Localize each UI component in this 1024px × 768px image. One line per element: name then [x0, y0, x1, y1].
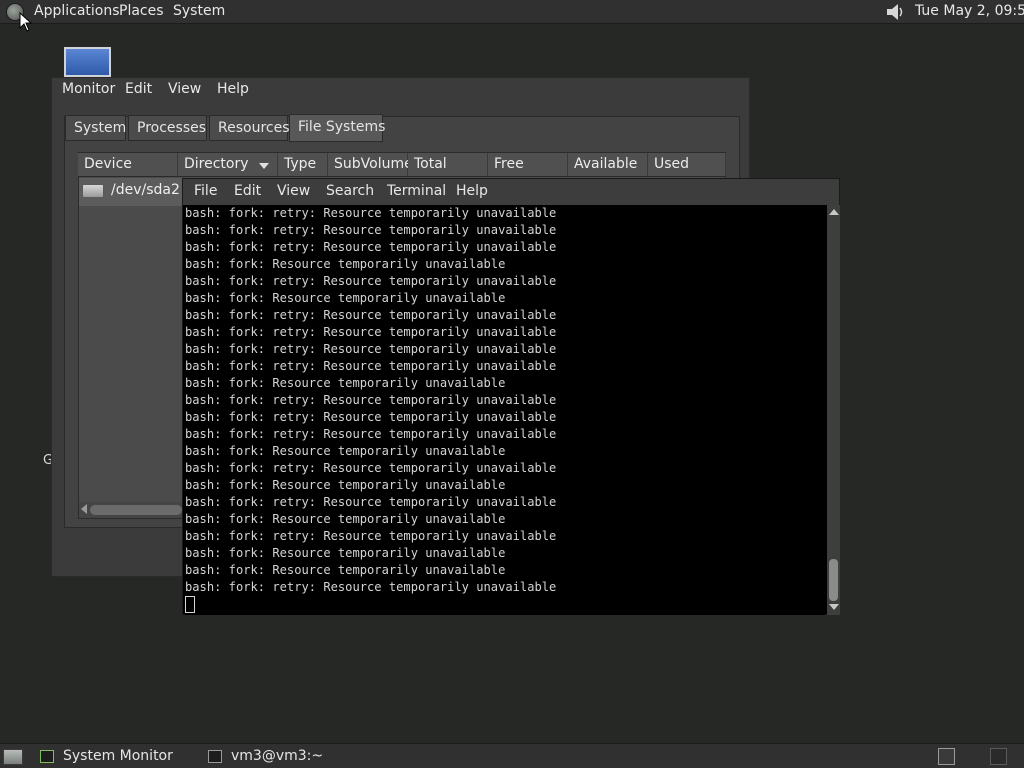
- device-name: /dev/sda2: [111, 182, 180, 198]
- terminal-line: bash: fork: retry: Resource temporarily …: [185, 495, 557, 509]
- taskbar-label-terminal: vm3@vm3:~: [231, 748, 324, 764]
- taskbar-item-system-monitor[interactable]: System Monitor: [34, 744, 202, 768]
- system-menu[interactable]: System: [173, 3, 225, 19]
- terminal-icon: [208, 750, 222, 763]
- help-menu[interactable]: Help: [217, 81, 249, 97]
- clock[interactable]: Tue May 2, 09:50: [915, 3, 1024, 19]
- tab-processes[interactable]: Processes: [128, 115, 207, 141]
- terminal-line: bash: fork: retry: Resource temporarily …: [185, 461, 557, 475]
- tab-system[interactable]: System: [65, 115, 126, 141]
- terminal-window: File Edit View Search Terminal Help bash…: [182, 178, 840, 615]
- terminal-line: bash: fork: Resource temporarily unavail…: [185, 546, 506, 560]
- terminal-menu[interactable]: Terminal: [387, 183, 446, 199]
- terminal-menubar: File Edit View Search Terminal Help: [183, 179, 839, 205]
- column-device[interactable]: Device: [78, 153, 178, 177]
- vertical-scrollbar-thumb[interactable]: [829, 559, 838, 601]
- terminal-line: bash: fork: retry: Resource temporarily …: [185, 410, 557, 424]
- terminal-line: bash: fork: Resource temporarily unavail…: [185, 376, 506, 390]
- search-menu[interactable]: Search: [326, 183, 374, 199]
- terminal-line: bash: fork: retry: Resource temporarily …: [185, 325, 557, 339]
- volume-icon[interactable]: [884, 2, 906, 22]
- terminal-help-menu[interactable]: Help: [456, 183, 488, 199]
- scroll-up-arrow-icon[interactable]: [829, 209, 839, 215]
- terminal-line: bash: fork: retry: Resource temporarily …: [185, 580, 557, 594]
- terminal-output[interactable]: bash: fork: retry: Resource temporarily …: [185, 205, 825, 615]
- column-subvolume[interactable]: SubVolume: [328, 153, 413, 177]
- edit-menu[interactable]: Edit: [125, 81, 152, 97]
- column-total[interactable]: Total: [408, 153, 488, 177]
- monitor-menu[interactable]: Monitor: [62, 81, 115, 97]
- terminal-edit-menu[interactable]: Edit: [234, 183, 261, 199]
- terminal-line: bash: fork: Resource temporarily unavail…: [185, 512, 506, 526]
- vertical-scrollbar[interactable]: [827, 205, 840, 615]
- bottom-panel: System Monitor vm3@vm3:~: [0, 743, 1024, 768]
- terminal-line: bash: fork: retry: Resource temporarily …: [185, 274, 557, 288]
- hard-disk-icon: [82, 184, 104, 198]
- scroll-down-arrow-icon[interactable]: [829, 604, 839, 610]
- system-monitor-menubar: Monitor Edit View Help: [52, 78, 749, 100]
- terminal-line: bash: fork: retry: Resource temporarily …: [185, 427, 557, 441]
- terminal-line: bash: fork: Resource temporarily unavail…: [185, 478, 506, 492]
- terminal-line: bash: fork: retry: Resource temporarily …: [185, 206, 557, 220]
- mouse-cursor-icon: [19, 12, 33, 32]
- column-available[interactable]: Available: [568, 153, 648, 177]
- terminal-line: bash: fork: Resource temporarily unavail…: [185, 291, 506, 305]
- column-free[interactable]: Free: [488, 153, 568, 177]
- system-monitor-icon: [40, 750, 54, 763]
- column-directory[interactable]: Directory: [178, 153, 278, 177]
- terminal-line: bash: fork: retry: Resource temporarily …: [185, 240, 557, 254]
- terminal-cursor: [185, 596, 195, 613]
- terminal-line: bash: fork: retry: Resource temporarily …: [185, 393, 557, 407]
- terminal-line: bash: fork: Resource temporarily unavail…: [185, 257, 506, 271]
- column-type[interactable]: Type: [278, 153, 328, 177]
- terminal-line: bash: fork: Resource temporarily unavail…: [185, 563, 506, 577]
- file-menu[interactable]: File: [194, 183, 217, 199]
- terminal-line: bash: fork: Resource temporarily unavail…: [185, 444, 506, 458]
- column-used[interactable]: Used: [648, 153, 726, 177]
- column-directory-label: Directory: [184, 156, 249, 172]
- places-menu[interactable]: Places: [119, 3, 164, 19]
- tab-file-systems[interactable]: File Systems: [289, 114, 385, 142]
- terminal-line: bash: fork: retry: Resource temporarily …: [185, 359, 557, 373]
- taskbar-label-system-monitor: System Monitor: [63, 748, 173, 764]
- terminal-view-menu[interactable]: View: [277, 183, 310, 199]
- show-desktop-icon[interactable]: [3, 749, 23, 765]
- terminal-line: bash: fork: retry: Resource temporarily …: [185, 529, 557, 543]
- workspace-1[interactable]: [938, 748, 955, 765]
- computer-icon[interactable]: [64, 47, 111, 77]
- terminal-line: bash: fork: retry: Resource temporarily …: [185, 342, 557, 356]
- horizontal-scrollbar-thumb[interactable]: [90, 505, 182, 515]
- tab-resources[interactable]: Resources: [209, 115, 290, 141]
- workspace-2[interactable]: [990, 748, 1007, 765]
- view-menu[interactable]: View: [168, 81, 201, 97]
- taskbar-item-terminal[interactable]: vm3@vm3:~: [202, 744, 370, 768]
- terminal-line: bash: fork: retry: Resource temporarily …: [185, 223, 557, 237]
- sort-descending-icon: [259, 163, 269, 169]
- terminal-line: bash: fork: retry: Resource temporarily …: [185, 308, 557, 322]
- applications-menu[interactable]: Applications: [34, 3, 120, 19]
- scroll-left-arrow-icon[interactable]: [81, 504, 87, 514]
- top-panel: Applications Places System Tue May 2, 09…: [0, 0, 1024, 24]
